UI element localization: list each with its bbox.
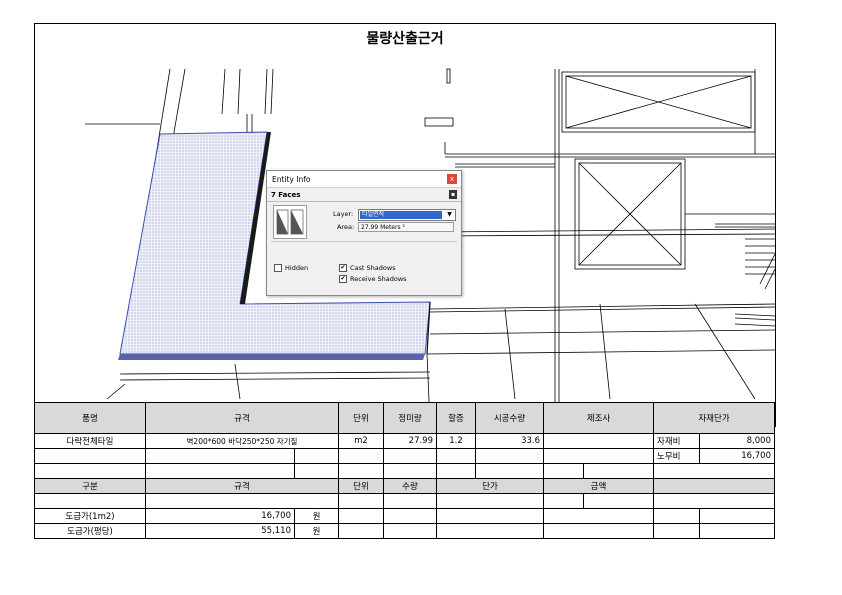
col-unit-price: 자재단가 — [653, 402, 775, 434]
item-net-qty: 27.99 — [383, 433, 437, 449]
col-net-qty: 정미량 — [383, 402, 437, 434]
faces-count: 7 Faces — [271, 191, 301, 199]
hidden-label: Hidden — [285, 264, 309, 272]
material-swatch[interactable] — [273, 205, 307, 239]
layer-value: 타일면적 — [360, 211, 442, 219]
divider — [271, 241, 457, 242]
contract-price-value: 55,110 — [145, 523, 295, 539]
item-unit: m2 — [338, 433, 384, 449]
col-maker: 제조사 — [543, 402, 654, 434]
currency-unit: 원 — [294, 523, 339, 539]
table-row — [34, 463, 775, 479]
table-header-row: 품명 규격 단위 정미량 할증 시공수량 제조사 자재단가 — [34, 402, 775, 434]
contract-price-label: 도급가(평당) — [34, 523, 146, 539]
col-amount: 금액 — [543, 478, 654, 494]
contract-price-label: 도급가(1m2) — [34, 508, 146, 524]
cad-viewport[interactable]: Entity Info x 7 Faces ▪ Layer: 타일면적 ▼ Ar… — [34, 54, 776, 427]
col-rate: 할증 — [436, 402, 476, 434]
faces-icon — [276, 209, 304, 235]
pin-icon[interactable]: ▪ — [449, 190, 457, 199]
close-icon[interactable]: x — [447, 174, 457, 184]
dialog-title: Entity Info — [272, 175, 311, 184]
table-header-row: 구분 규격 단위 수량 단가 금액 — [34, 478, 775, 494]
receive-shadows-checkbox[interactable]: ✔ — [339, 275, 347, 283]
item-work-qty: 33.6 — [475, 433, 544, 449]
cost-label: 노무비 — [653, 448, 700, 464]
cost-value: 8,000 — [699, 433, 775, 449]
hidden-checkbox[interactable] — [274, 264, 282, 272]
quantity-table: 품명 규격 단위 정미량 할증 시공수량 제조사 자재단가 다락전체타일 벽20… — [34, 402, 775, 539]
table-row: 도급가(1m2) 16,700 원 — [34, 508, 775, 524]
area-field: 27.99 Meters ² — [358, 222, 454, 232]
col-qty: 수량 — [383, 478, 437, 494]
entity-info-dialog[interactable]: Entity Info x 7 Faces ▪ Layer: 타일면적 ▼ Ar… — [266, 170, 462, 296]
layer-label: Layer: — [333, 210, 354, 218]
col-work-qty: 시공수량 — [475, 402, 544, 434]
cost-label: 자재비 — [653, 433, 700, 449]
item-rate: 1.2 — [436, 433, 476, 449]
item-name: 다락전체타일 — [34, 433, 146, 449]
table-row: 노무비 16,700 — [34, 448, 775, 464]
selection-summary: 7 Faces ▪ — [267, 188, 461, 202]
col-item: 품명 — [34, 402, 146, 434]
col-price: 단가 — [436, 478, 544, 494]
item-spec: 벽200*600 바닥250*250 자기질 — [145, 433, 339, 449]
area-label: Area: — [337, 223, 355, 231]
table-row: 도급가(평당) 55,110 원 — [34, 523, 775, 539]
cost-value: 16,700 — [699, 448, 775, 464]
cast-shadows-checkbox[interactable]: ✔ — [339, 264, 347, 272]
col-unit: 단위 — [338, 478, 384, 494]
item-maker — [543, 433, 654, 449]
col-spec: 규격 — [145, 402, 339, 434]
col-spec: 규격 — [145, 478, 339, 494]
page-title: 물량산출근거 — [34, 23, 776, 55]
layer-dropdown[interactable]: 타일면적 ▼ — [358, 209, 456, 221]
cast-shadows-label: Cast Shadows — [350, 264, 396, 272]
receive-shadows-label: Receive Shadows — [350, 275, 407, 283]
dialog-titlebar[interactable]: Entity Info x — [267, 171, 461, 188]
document-sheet: 물량산출근거 Entity Info x 7 Faces ▪ Layer: 타일… — [34, 23, 776, 555]
col-unit: 단위 — [338, 402, 384, 434]
chevron-down-icon[interactable]: ▼ — [445, 211, 454, 219]
table-row — [34, 493, 775, 509]
contract-price-value: 16,700 — [145, 508, 295, 524]
table-row: 다락전체타일 벽200*600 바닥250*250 자기질 m2 27.99 1… — [34, 433, 775, 449]
col-category: 구분 — [34, 478, 146, 494]
currency-unit: 원 — [294, 508, 339, 524]
